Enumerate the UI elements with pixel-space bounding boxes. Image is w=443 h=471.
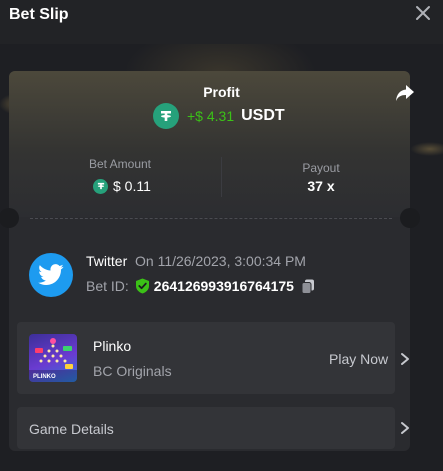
profit-currency: USDT — [241, 107, 285, 124]
payout-label: Payout — [302, 161, 340, 175]
bet-id-label: Bet ID: — [86, 278, 129, 294]
copy-icon[interactable] — [301, 279, 315, 294]
chevron-right-icon[interactable] — [400, 421, 410, 435]
profit-row: +$ 4.31 USDT — [153, 103, 285, 129]
bet-slip-title: Bet Slip — [9, 6, 69, 23]
game-details-label[interactable]: Game Details — [29, 421, 114, 437]
profit-amount: +$ 4.31 — [187, 108, 235, 124]
avatar[interactable] — [29, 253, 73, 297]
ticket-dashed-divider — [30, 218, 392, 219]
game-thumbnail[interactable]: PLINKO — [29, 334, 77, 382]
bet-id-value: 264126993916764175 — [153, 278, 294, 294]
payout-value: 37 x — [307, 178, 335, 194]
profit-label: Profit — [203, 84, 240, 100]
plinko-thumbnail-art: PLINKO — [29, 338, 77, 382]
ticket-notch-right — [400, 208, 420, 228]
share-icon[interactable] — [395, 84, 415, 102]
bet-amount-value: $ 0.11 — [113, 178, 151, 194]
usdt-icon — [93, 178, 108, 194]
verified-shield-icon — [135, 278, 149, 294]
bet-amount-label: Bet Amount — [88, 157, 152, 171]
bet-timestamp: On 11/26/2023, 3:00:34 PM — [135, 253, 306, 269]
bet-amount-row: $ 0.11 — [93, 178, 151, 194]
close-icon[interactable] — [415, 5, 431, 21]
bet-id-row: Bet ID: 264126993916764175 — [86, 278, 315, 294]
ticket-notch-left — [0, 208, 19, 228]
chevron-right-icon[interactable] — [400, 352, 410, 366]
twitter-bird-icon — [38, 264, 64, 285]
bet-slip-header: Bet Slip — [0, 0, 443, 44]
game-provider: BC Originals — [93, 363, 172, 379]
plinko-thumbnail-text: PLINKO — [33, 374, 56, 380]
game-name: Plinko — [93, 338, 132, 354]
username[interactable]: Twitter — [86, 253, 127, 269]
usdt-icon — [153, 103, 179, 129]
play-now-link[interactable]: Play Now — [329, 351, 388, 367]
